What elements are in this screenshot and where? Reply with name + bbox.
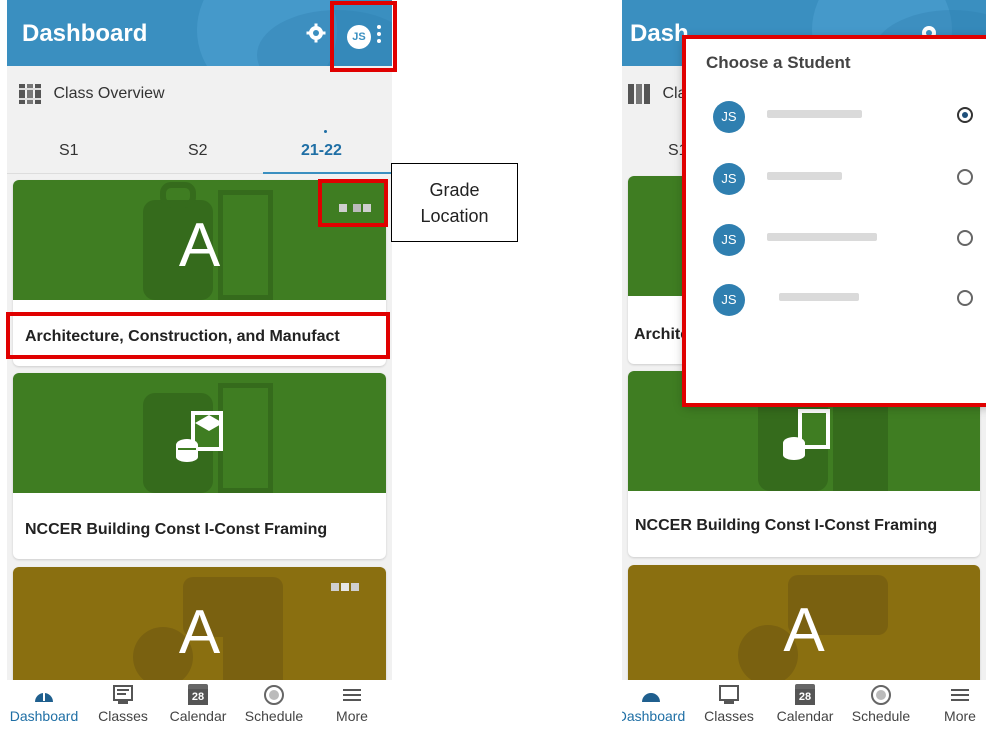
dashboard-icon: [642, 693, 660, 702]
classes-icon: [113, 685, 133, 704]
blurred-grade-percentage: [329, 581, 363, 593]
class-card[interactable]: NCCER Building Const I-Const Framing: [13, 373, 386, 559]
class-overview-header: Cla: [628, 84, 686, 108]
classes-icon: [719, 685, 739, 704]
bottom-nav: Dashboard Classes 28 Calendar Schedule M…: [622, 680, 986, 734]
class-banner: [13, 373, 386, 493]
callout-line-1: Grade: [429, 180, 480, 200]
schedule-icon: [871, 685, 891, 705]
nav-more-label: More: [944, 708, 976, 724]
nav-schedule[interactable]: Schedule: [239, 684, 309, 724]
tab-s1[interactable]: S1: [59, 142, 79, 160]
nav-calendar[interactable]: 28 Calendar: [163, 684, 233, 724]
nav-calendar[interactable]: 28 Calendar: [770, 684, 840, 724]
nav-dashboard-label: Dashboard: [9, 708, 79, 724]
page-title: Dashboard: [22, 20, 148, 47]
calendar-day: 28: [795, 689, 815, 705]
tab-indicator-dot: [324, 130, 327, 133]
nav-schedule-label: Schedule: [244, 708, 304, 724]
class-title: NCCER Building Const I-Const Framing: [25, 521, 328, 538]
nav-schedule[interactable]: Schedule: [846, 684, 916, 724]
tab-21-22[interactable]: 21-22: [301, 142, 342, 160]
graduation-books-icon: [783, 409, 830, 460]
nav-classes[interactable]: Classes: [698, 684, 760, 724]
nav-dashboard[interactable]: Dashboard: [622, 684, 686, 724]
active-tab-underline: [263, 172, 391, 174]
class-banner: A: [13, 567, 386, 687]
grade-location-callout: Grade Location: [391, 163, 518, 242]
class-card[interactable]: A: [13, 567, 386, 687]
menu-icon: [951, 689, 969, 701]
nav-dashboard[interactable]: Dashboard: [9, 684, 79, 724]
calendar-icon: 28: [188, 684, 208, 706]
tab-s2[interactable]: S2: [188, 142, 208, 160]
nav-classes[interactable]: Classes: [92, 684, 154, 724]
calendar-icon: 28: [795, 684, 815, 706]
books-icon: [628, 84, 650, 104]
nav-schedule-label: Schedule: [851, 708, 911, 724]
class-overview-header: Class Overview: [19, 84, 165, 108]
schedule-icon: [264, 685, 284, 705]
nav-more-label: More: [336, 708, 368, 724]
highlight-student-picker: [682, 35, 986, 407]
callout-line-2: Location: [420, 206, 489, 226]
left-phone-screen: Dashboard JS Class Overview S1 S2 21-22: [7, 0, 392, 734]
grade-letter: A: [783, 596, 825, 665]
nav-calendar-label: Calendar: [169, 708, 227, 724]
calendar-day: 28: [188, 689, 208, 705]
class-title: Archite: [634, 326, 690, 343]
class-card[interactable]: A: [628, 565, 980, 690]
menu-icon: [343, 689, 361, 701]
grade-letter: A: [178, 598, 221, 667]
nav-calendar-label: Calendar: [776, 708, 834, 724]
books-icon: [19, 84, 41, 104]
class-title: NCCER Building Const I-Const Framing: [635, 517, 938, 534]
bottom-nav: Dashboard Classes 28 Calendar Schedule M…: [7, 680, 392, 734]
page-title: Dash: [630, 20, 689, 47]
nav-classes-label: Classes: [704, 708, 754, 724]
nav-more[interactable]: More: [327, 684, 377, 724]
term-tabs: S1 S2 21-22: [7, 130, 392, 174]
dashboard-icon: [35, 692, 53, 702]
highlight-student-switcher: [330, 1, 397, 72]
graduation-books-icon: [176, 411, 223, 462]
class-banner: A: [628, 565, 980, 690]
nav-more[interactable]: More: [936, 684, 984, 724]
nav-dashboard-label: Dashboard: [622, 708, 686, 724]
highlight-grade-location: [318, 179, 388, 227]
highlight-class-title: [6, 312, 390, 359]
nav-classes-label: Classes: [98, 708, 148, 724]
class-overview-label: Class Overview: [53, 85, 165, 102]
gear-icon[interactable]: [306, 23, 326, 43]
